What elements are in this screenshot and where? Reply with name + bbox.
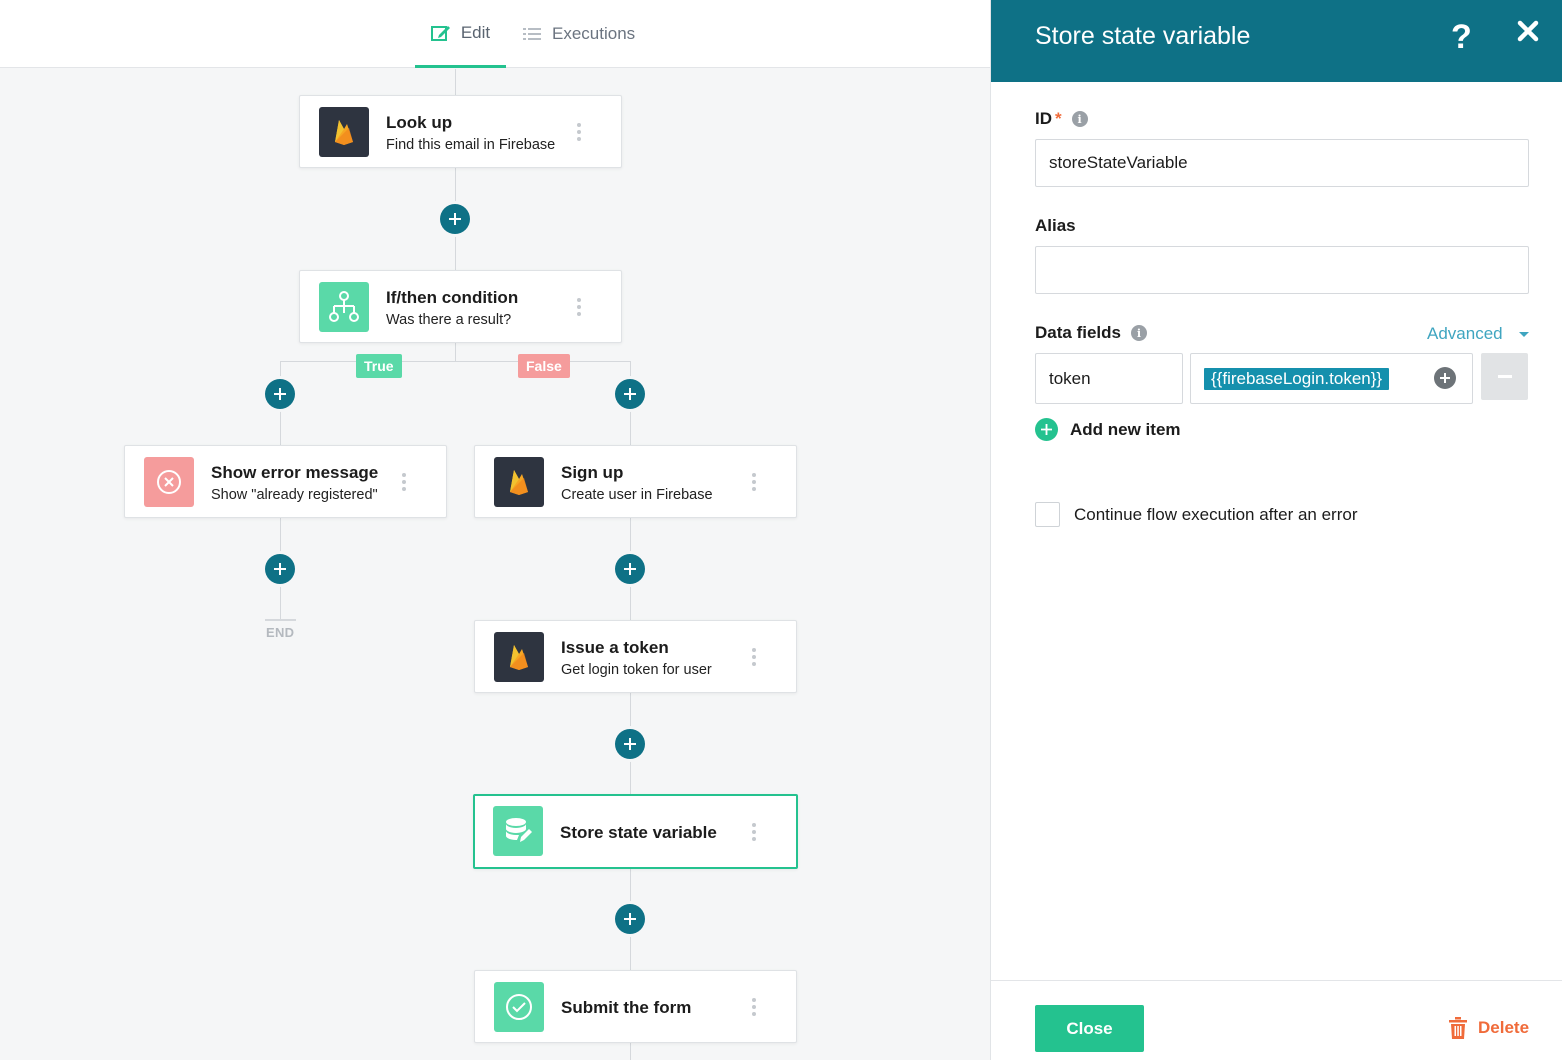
id-label-text: ID xyxy=(1035,109,1052,128)
connector-line xyxy=(630,1043,631,1060)
remove-field-button[interactable] xyxy=(1481,353,1528,400)
plus-icon xyxy=(449,213,461,225)
tab-edit-label: Edit xyxy=(460,22,491,42)
node-menu-icon[interactable] xyxy=(752,998,756,1016)
delete-label: Delete xyxy=(1478,1018,1530,1037)
node-subtitle: Find this email in Firebase xyxy=(386,137,556,153)
plus-circle-icon xyxy=(1035,418,1058,441)
minus-icon xyxy=(1497,375,1512,378)
node-title: Submit the form xyxy=(561,998,692,1017)
database-edit-icon xyxy=(493,806,543,856)
plus-icon xyxy=(624,913,636,925)
add-step-button[interactable] xyxy=(265,379,295,409)
end-label: END xyxy=(266,625,295,640)
plus-icon xyxy=(274,388,286,400)
id-input[interactable]: storeStateVariable xyxy=(1035,139,1529,187)
flow-node-token[interactable]: Issue a token Get login token for user xyxy=(474,620,797,693)
alias-input[interactable] xyxy=(1035,246,1529,294)
add-step-button[interactable] xyxy=(615,554,645,584)
node-subtitle: Get login token for user xyxy=(561,662,712,678)
add-step-button[interactable] xyxy=(265,554,295,584)
flow-node-submit[interactable]: Submit the form xyxy=(474,970,797,1043)
node-menu-icon[interactable] xyxy=(752,648,756,666)
list-icon xyxy=(523,28,541,40)
tab-executions-label: Executions xyxy=(552,24,636,43)
node-title: Show error message xyxy=(211,463,379,482)
tab-executions[interactable]: Executions xyxy=(522,0,635,68)
step-settings-panel: Store state variable ? ID * i storeState… xyxy=(990,0,1562,1060)
node-subtitle: Show "already registered" xyxy=(211,487,378,503)
node-menu-icon[interactable] xyxy=(577,123,581,141)
firebase-icon xyxy=(494,632,544,682)
close-button[interactable]: Close xyxy=(1035,1005,1144,1052)
add-new-item-button[interactable]: Add new item xyxy=(1035,418,1181,441)
panel-footer: Close Delete xyxy=(991,980,1562,1060)
connector-line xyxy=(280,361,631,362)
delete-button[interactable]: Delete xyxy=(1448,1017,1529,1039)
check-circle-icon xyxy=(494,982,544,1032)
error-icon xyxy=(144,457,194,507)
node-title: If/then condition xyxy=(386,288,519,307)
alias-label-text: Alias xyxy=(1035,216,1076,235)
panel-title: Store state variable xyxy=(1035,22,1251,50)
data-field-key-input[interactable]: token xyxy=(1035,353,1183,404)
flow-node-signup[interactable]: Sign up Create user in Firebase xyxy=(474,445,797,518)
flow-node-lookup[interactable]: Look up Find this email in Firebase xyxy=(299,95,622,168)
node-menu-icon[interactable] xyxy=(402,473,406,491)
required-marker: * xyxy=(1055,109,1062,128)
add-step-button[interactable] xyxy=(615,904,645,934)
info-icon[interactable]: i xyxy=(1130,325,1147,341)
edit-icon xyxy=(430,25,450,41)
plus-icon xyxy=(624,563,636,575)
node-title: Sign up xyxy=(561,463,624,482)
advanced-label: Advanced xyxy=(1427,324,1503,343)
advanced-dropdown[interactable]: Advanced xyxy=(1427,324,1529,344)
add-step-button[interactable] xyxy=(440,204,470,234)
plus-icon xyxy=(624,738,636,750)
id-label: ID * i xyxy=(1035,109,1088,129)
firebase-icon xyxy=(319,107,369,157)
variable-token-chip[interactable]: {{firebaseLogin.token}} xyxy=(1204,367,1390,390)
info-icon[interactable]: i xyxy=(1071,111,1088,127)
alias-label: Alias xyxy=(1035,216,1076,236)
add-step-button[interactable] xyxy=(615,729,645,759)
node-menu-icon[interactable] xyxy=(577,298,581,316)
node-menu-icon[interactable] xyxy=(752,473,756,491)
firebase-icon xyxy=(494,457,544,507)
node-subtitle: Create user in Firebase xyxy=(561,487,713,503)
data-field-value-input[interactable]: {{firebaseLogin.token}} xyxy=(1190,353,1473,404)
tab-edit[interactable]: Edit xyxy=(415,0,506,68)
node-subtitle: Was there a result? xyxy=(386,312,512,328)
plus-icon xyxy=(624,388,636,400)
continue-on-error-label: Continue flow execution after an error xyxy=(1074,504,1358,524)
data-fields-label-text: Data fields xyxy=(1035,323,1121,342)
branch-icon xyxy=(319,282,369,332)
trash-icon xyxy=(1449,1017,1467,1039)
close-icon[interactable] xyxy=(1517,20,1539,47)
branch-true-badge: True xyxy=(356,354,402,378)
flow-node-store[interactable]: Store state variable xyxy=(473,794,798,869)
node-title: Store state variable xyxy=(560,823,717,842)
node-title: Issue a token xyxy=(561,638,669,657)
continue-on-error-checkbox[interactable] xyxy=(1035,502,1060,527)
flow-canvas[interactable]: True False END Look up Find this email i… xyxy=(0,69,990,1060)
flow-node-error[interactable]: Show error message Show "already registe… xyxy=(124,445,447,518)
add-step-button[interactable] xyxy=(615,379,645,409)
add-new-item-label: Add new item xyxy=(1070,419,1181,439)
plus-icon xyxy=(274,563,286,575)
help-icon[interactable]: ? xyxy=(1451,18,1472,57)
top-tab-bar: Edit Executions xyxy=(0,0,990,68)
panel-header: Store state variable ? xyxy=(991,0,1562,82)
connector-line xyxy=(455,69,456,96)
connector-line xyxy=(455,343,456,362)
node-title: Look up xyxy=(386,113,453,132)
end-marker-bar xyxy=(265,619,296,621)
caret-down-icon xyxy=(1518,331,1529,337)
node-menu-icon[interactable] xyxy=(752,823,756,841)
branch-false-badge: False xyxy=(518,354,570,378)
insert-variable-icon[interactable] xyxy=(1434,367,1456,389)
flow-node-condition[interactable]: If/then condition Was there a result? xyxy=(299,270,622,343)
continue-on-error-option[interactable]: Continue flow execution after an error xyxy=(1035,502,1358,527)
data-fields-label: Data fields i xyxy=(1035,323,1147,343)
